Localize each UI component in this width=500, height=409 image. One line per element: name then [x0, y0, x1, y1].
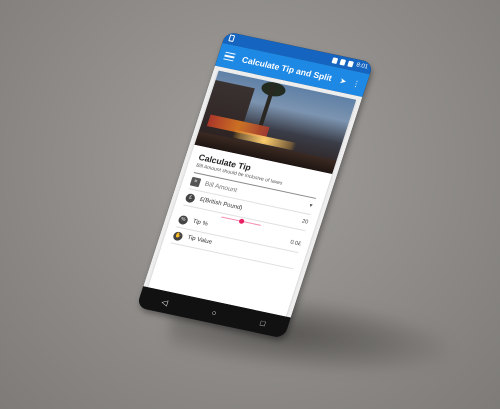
tip-amount: 0.0£ [289, 239, 302, 248]
hand-coin-icon: ✋ [172, 230, 184, 241]
chevron-down-icon[interactable]: ▼ [307, 203, 314, 210]
status-time: 8:01 [355, 62, 369, 71]
phone-device: 8:01 Calculate Tip and Split ➤ ⋮ Calcula… [136, 31, 374, 339]
main-content: Calculate Tip Bill Amount should be incl… [143, 65, 363, 318]
phone-screen: 8:01 Calculate Tip and Split ➤ ⋮ Calcula… [136, 31, 374, 339]
recents-icon[interactable]: □ [259, 318, 267, 328]
slider-thumb[interactable] [238, 217, 246, 224]
notification-icon [228, 34, 236, 43]
more-vert-icon[interactable]: ⋮ [351, 78, 362, 88]
signal-icon [339, 59, 347, 66]
wifi-icon [331, 57, 339, 65]
share-icon[interactable]: ➤ [339, 76, 348, 86]
currency-icon: £ [184, 192, 197, 203]
home-icon[interactable]: ○ [210, 308, 218, 318]
battery-icon [347, 60, 355, 68]
mockup-scene: 8:01 Calculate Tip and Split ➤ ⋮ Calcula… [0, 0, 500, 409]
calculate-tip-card: Calculate Tip Bill Amount should be incl… [148, 70, 357, 317]
back-icon[interactable]: ◁ [160, 297, 169, 307]
calculator-icon: ≡ [189, 176, 202, 187]
tip-percent-value: 20 [300, 218, 309, 226]
hamburger-icon[interactable] [223, 51, 236, 62]
percent-icon: % [177, 214, 190, 225]
